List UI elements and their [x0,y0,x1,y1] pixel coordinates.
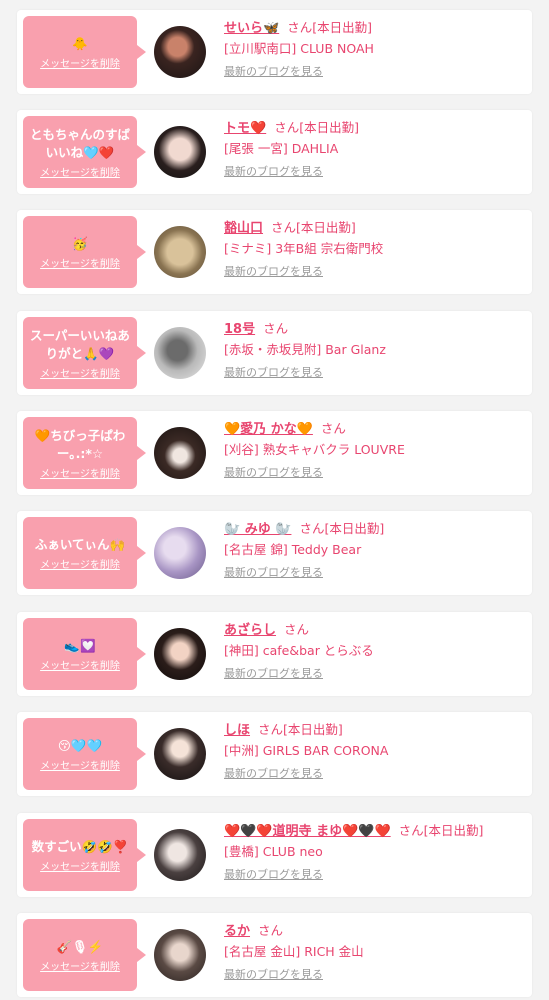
message-bubble: 🐥 メッセージを削除 [23,16,146,88]
delete-message-link[interactable]: メッセージを削除 [40,757,120,772]
avatar[interactable] [154,427,206,479]
delete-message-link[interactable]: メッセージを削除 [40,465,120,480]
delete-message-link[interactable]: メッセージを削除 [40,556,120,571]
shop-name: [名古屋 金山] RICH 金山 [224,944,364,959]
message-bubble: 数すごい🤣🤣❣️ メッセージを削除 [23,819,146,891]
blog-link[interactable]: 最新のブログを見る [224,261,323,283]
cast-name-link[interactable]: 🦭 みゆ 🦭 [224,522,291,537]
cast-name-link[interactable]: しほ [224,723,250,738]
avatar[interactable] [154,728,206,780]
avatar[interactable] [154,327,206,379]
shop-name: [神田] cafe&bar とらぶる [224,643,374,658]
message-text: 🎸🎙⚡️ [56,938,104,954]
message-bubble: 🎸🎙⚡️ メッセージを削除 [23,919,146,991]
message-text: 😚🩵🩵 [57,737,103,753]
cast-name-link[interactable]: るか [224,924,250,939]
message-text: ともちゃんのすばいいね🩵❤️ [29,126,130,160]
message-bubble: ふぁいてぃん🙌 メッセージを削除 [23,517,146,589]
honorific: さん [274,120,300,135]
message-bubble: 🥳 メッセージを削除 [23,216,146,288]
cast-name-link[interactable]: せいら🦋 [224,21,279,36]
blog-link[interactable]: 最新のブログを見る [224,161,323,183]
blog-link[interactable]: 最新のブログを見る [224,61,323,83]
shop-name: [名古屋 錦] Teddy Bear [224,542,362,557]
avatar[interactable] [154,829,206,881]
status-badge: [本日出勤] [283,722,343,737]
list-item: 🧡ちびっ子ぱわー｡.:*☆ メッセージを削除 🧡愛乃 かな🧡 さん [刈谷] 熟女… [17,411,532,495]
honorific: さん [299,521,325,536]
message-bubble: 👟💟 メッセージを削除 [23,618,146,690]
shop-name: [豊橋] CLUB neo [224,844,323,859]
shop-name: [ミナミ] 3年B組 宗右衛門校 [224,241,384,256]
list-item: 🐥 メッセージを削除 せいら🦋 さん[本日出勤] [立川駅南口] CLUB NOA… [17,10,532,94]
honorific: さん [263,321,289,336]
blog-link[interactable]: 最新のブログを見る [224,964,323,986]
shop-name: [中洲] GIRLS BAR CORONA [224,743,389,758]
avatar[interactable] [154,929,206,981]
avatar[interactable] [154,226,206,278]
avatar[interactable] [154,26,206,78]
blog-link[interactable]: 最新のブログを見る [224,462,323,484]
status-badge: [本日出勤] [312,20,372,35]
honorific: さん [398,823,424,838]
delete-message-link[interactable]: メッセージを削除 [40,958,120,973]
status-badge: [本日出勤] [324,521,385,536]
shop-name: [立川駅南口] CLUB NOAH [224,41,374,56]
blog-link[interactable]: 最新のブログを見る [224,562,323,584]
cast-name-link[interactable]: 🧡愛乃 かな🧡 [224,422,313,437]
delete-message-link[interactable]: メッセージを削除 [40,255,120,270]
delete-message-link[interactable]: メッセージを削除 [40,657,120,672]
honorific: さん [284,622,310,637]
blog-link[interactable]: 最新のブログを見る [224,763,323,785]
status-badge: [本日出勤] [296,220,356,235]
blog-link[interactable]: 最新のブログを見る [224,864,323,886]
cast-name-link[interactable]: 18号 [224,322,255,337]
message-bubble: ともちゃんのすばいいね🩵❤️ メッセージを削除 [23,116,146,188]
delete-message-link[interactable]: メッセージを削除 [40,55,120,70]
honorific: さん [271,220,297,235]
list-item: スーパーいいねありがと🙏💜 メッセージを削除 18号 さん [赤坂・赤坂見附] B… [17,311,532,395]
delete-message-link[interactable]: メッセージを削除 [40,365,120,380]
list-item: ふぁいてぃん🙌 メッセージを削除 🦭 みゆ 🦭 さん[本日出勤] [名古屋 錦] … [17,511,532,595]
honorific: さん [287,20,313,35]
message-text: 👟💟 [64,637,96,653]
shop-name: [刈谷] 熟女キャバクラ LOUVRE [224,442,405,457]
message-text: スーパーいいねありがと🙏💜 [30,327,130,361]
shop-name: [尾張 一宮] DAHLIA [224,141,339,156]
message-text: 🧡ちびっ子ぱわー｡.:*☆ [34,427,126,461]
delete-message-link[interactable]: メッセージを削除 [40,858,120,873]
message-text: ふぁいてぃん🙌 [34,536,126,552]
cast-name-link[interactable]: トモ❤️ [224,121,266,136]
cast-name-link[interactable]: あざらし [224,623,276,638]
status-badge: [本日出勤] [299,120,359,135]
honorific: さん [258,923,284,938]
list-item: 数すごい🤣🤣❣️ メッセージを削除 ❤️🖤❤️道明寺 まゆ❤️🖤❤️ さん[本日出… [17,813,532,897]
honorific: さん [320,421,346,436]
message-bubble: 😚🩵🩵 メッセージを削除 [23,718,146,790]
avatar[interactable] [154,126,206,178]
message-text: 🥳 [72,235,88,251]
avatar[interactable] [154,527,206,579]
honorific: さん [258,722,284,737]
notification-list: 🐥 メッセージを削除 せいら🦋 さん[本日出勤] [立川駅南口] CLUB NOA… [0,0,549,1000]
blog-link[interactable]: 最新のブログを見る [224,663,323,685]
message-bubble: 🧡ちびっ子ぱわー｡.:*☆ メッセージを削除 [23,417,146,489]
shop-name: [赤坂・赤坂見附] Bar Glanz [224,342,386,357]
status-badge: [本日出勤] [423,823,484,838]
message-bubble: スーパーいいねありがと🙏💜 メッセージを削除 [23,317,146,389]
list-item: 😚🩵🩵 メッセージを削除 しほ さん[本日出勤] [中洲] GIRLS BAR C… [17,712,532,796]
list-item: ともちゃんのすばいいね🩵❤️ メッセージを削除 トモ❤️ さん[本日出勤] [尾張… [17,110,532,194]
list-item: 🥳 メッセージを削除 豁山口 さん[本日出勤] [ミナミ] 3年B組 宗右衛門校 … [17,210,532,294]
delete-message-link[interactable]: メッセージを削除 [40,164,120,179]
message-text: 数すごい🤣🤣❣️ [31,838,129,854]
list-item: 🎸🎙⚡️ メッセージを削除 るか さん [名古屋 金山] RICH 金山 最新のブ… [17,913,532,997]
cast-name-link[interactable]: ❤️🖤❤️道明寺 まゆ❤️🖤❤️ [224,824,391,839]
blog-link[interactable]: 最新のブログを見る [224,362,323,384]
avatar[interactable] [154,628,206,680]
list-item: 👟💟 メッセージを削除 あざらし さん [神田] cafe&bar とらぶる 最新… [17,612,532,696]
message-text: 🐥 [72,35,88,51]
cast-name-link[interactable]: 豁山口 [224,221,263,236]
